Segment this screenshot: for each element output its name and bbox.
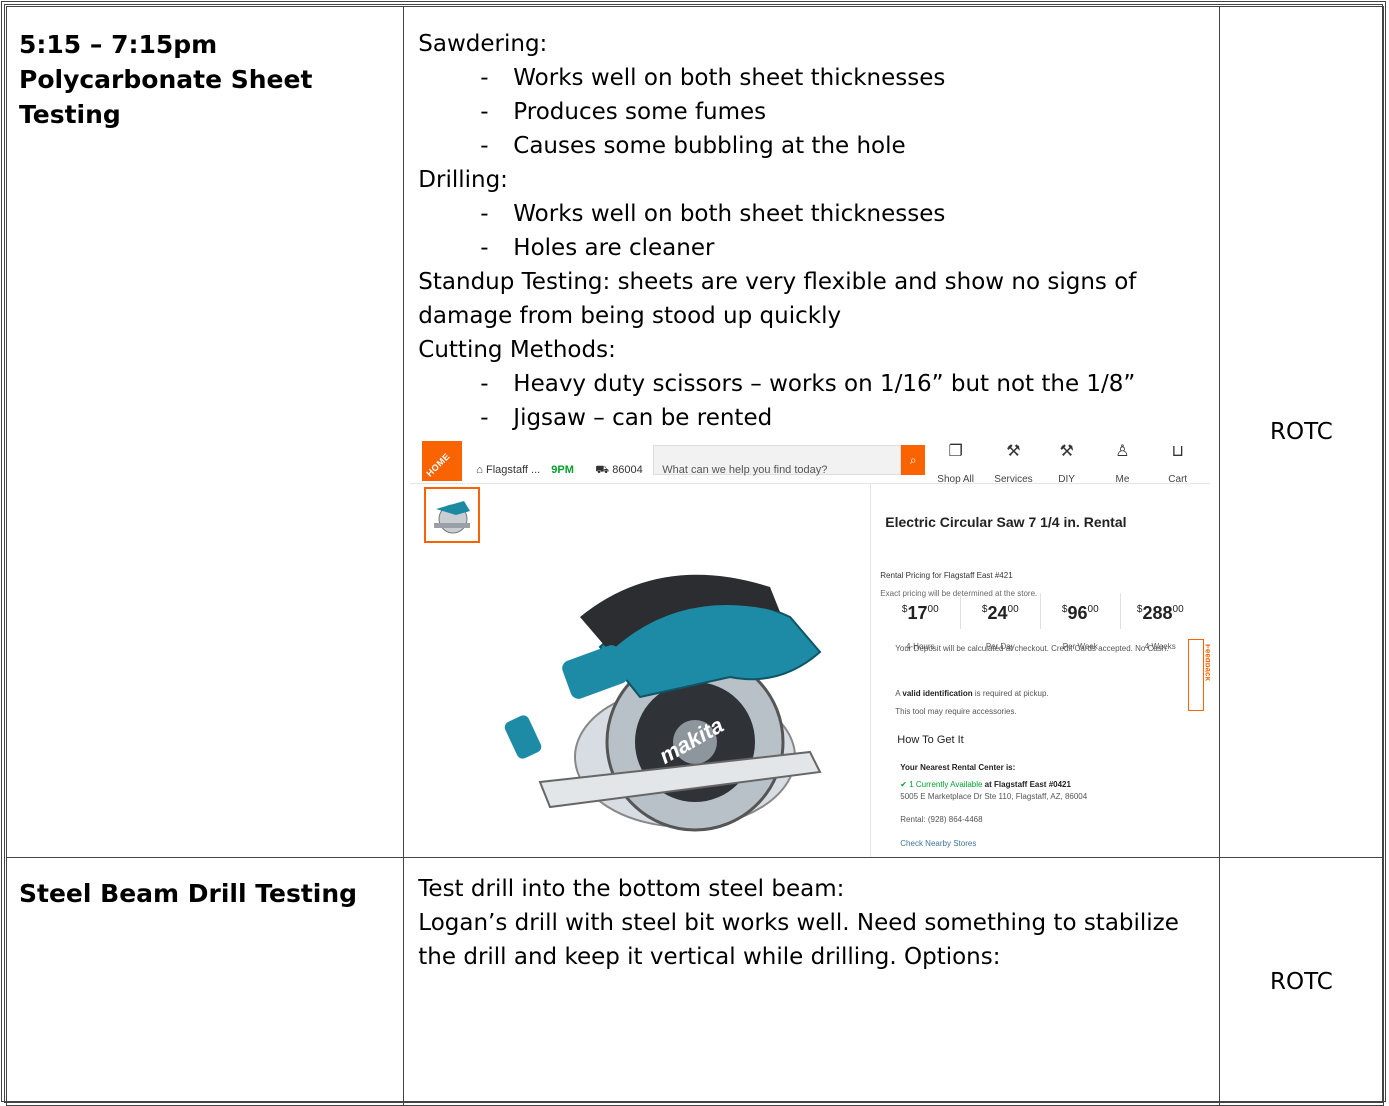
price-4-hours: $1700 4-Hours (880, 593, 962, 651)
organization-cell: ROTC (1218, 857, 1385, 1106)
user-icon: ♙ (1115, 443, 1130, 460)
zip-code: 86004 (612, 464, 643, 476)
activity-title-cell: Steel Beam Drill Testing (5, 857, 405, 1106)
list-item: Produces some fumes (418, 95, 1205, 129)
book-icon: ❐ (948, 443, 963, 460)
nav-cart[interactable]: ⊔ Cart (1168, 441, 1187, 497)
notes-body: Test drill into the bottom steel beam: L… (404, 858, 1219, 974)
notes-body: Sawdering: Works well on both sheet thic… (404, 7, 1219, 857)
price-dollars: 17 (907, 603, 928, 623)
nav-label: DIY (1058, 474, 1075, 485)
notes-cell: Test drill into the bottom steel beam: L… (403, 857, 1220, 1106)
price-cents: 00 (1172, 604, 1184, 615)
notes-cell: Sawdering: Works well on both sheet thic… (403, 6, 1220, 858)
price-cents: 00 (1007, 604, 1019, 615)
store-label: Flagstaff ... (486, 464, 541, 476)
list-item: Jigsaw – can be rented (418, 401, 1205, 435)
deposit-note: Your Deposit will be calculated at check… (895, 644, 1169, 653)
price-cents: 00 (927, 604, 939, 615)
truck-icon: ⛟ (595, 464, 610, 476)
standup-text: Standup Testing: sheets are very flexibl… (418, 269, 1137, 295)
price-per-day: $2400 Per Day (960, 593, 1042, 651)
product-thumbnail[interactable] (424, 487, 481, 543)
list-item: Heavy duty scissors – works on 1/16” but… (418, 367, 1205, 401)
search-button[interactable]: ⌕ (901, 445, 926, 475)
section-heading: Cutting Methods: (418, 337, 616, 363)
store-hours: 9PM (551, 464, 574, 476)
nav-shop-all[interactable]: ❐ Shop All (937, 441, 974, 497)
list-item: Works well on both sheet thicknesses (418, 61, 1205, 95)
feedback-label: Feedback (1203, 644, 1211, 681)
price-dollars: 24 (987, 603, 1008, 623)
table-row: Steel Beam Drill Testing Test drill into… (5, 857, 1385, 1106)
price-4-weeks: $28800 4 Weeks (1120, 593, 1200, 651)
circular-saw-image: makita (505, 574, 822, 832)
organization-label: ROTC (1270, 419, 1333, 445)
check-nearby-stores-link[interactable]: Check Nearby Stores (900, 827, 976, 857)
delivery-zip[interactable]: ⛟ 86004 (595, 453, 643, 487)
list-item: Holes are cleaner (418, 231, 1205, 265)
activity-log-table: 5:15 – 7:15pm Polycarbonate Sheet Testin… (5, 6, 1385, 1106)
notes-line: Test drill into the bottom steel beam: (418, 876, 845, 902)
price-per-week: $9600 Per Week (1040, 593, 1122, 651)
activity-title: Steel Beam Drill Testing (7, 858, 403, 911)
nav-label: Cart (1168, 474, 1188, 485)
organization-cell: ROTC (1218, 6, 1385, 858)
cart-icon: ⊔ (1171, 443, 1184, 460)
panel-divider (870, 483, 872, 857)
search-input[interactable]: What can we help you find today? (653, 445, 902, 476)
home-icon: ⌂ (476, 464, 483, 476)
rental-page-screenshot: THE HOME DEPOT ⌂ Flagstaff ... 9PM ⛟ 860… (410, 437, 1211, 857)
standup-text: damage from being stood up quickly (418, 303, 842, 329)
nav-diy[interactable]: ⚒ DIY (1058, 441, 1075, 497)
notes-line: the drill and keep it vertical while dri… (418, 944, 1001, 970)
site-header: THE HOME DEPOT ⌂ Flagstaff ... 9PM ⛟ 860… (410, 437, 1211, 503)
saw-thumbnail-image (434, 501, 471, 534)
price-cents: 00 (1087, 604, 1099, 615)
time-range: 5:15 – 7:15pm (19, 30, 218, 59)
search-icon: ⌕ (909, 453, 917, 467)
list-item: Causes some bubbling at the hole (418, 129, 1205, 163)
hammer-icon: ⚒ (1059, 443, 1074, 460)
price-dollars: 288 (1142, 603, 1173, 623)
feedback-tab[interactable]: Feedback (1188, 639, 1210, 711)
nav-services[interactable]: ⚒ Services (994, 441, 1032, 497)
activity-title: 5:15 – 7:15pm Polycarbonate Sheet Testin… (7, 7, 403, 132)
nav-me[interactable]: ♙ Me (1115, 441, 1129, 497)
organization-label: ROTC (1270, 968, 1333, 995)
nav-label: Services (994, 474, 1033, 485)
activity-title-line: Steel Beam Drill Testing (19, 879, 358, 908)
store-selector[interactable]: ⌂ Flagstaff ... 9PM (476, 453, 574, 487)
nav-label: Me (1115, 474, 1130, 485)
section-heading: Sawdering: (418, 31, 548, 57)
activity-title-line: Polycarbonate Sheet (19, 65, 313, 94)
home-depot-logo: THE HOME DEPOT (410, 437, 479, 503)
activity-title-cell: 5:15 – 7:15pm Polycarbonate Sheet Testin… (5, 6, 405, 858)
list-item: Works well on both sheet thicknesses (418, 197, 1205, 231)
nav-label: Shop All (937, 474, 974, 485)
notes-line: Logan’s drill with steel bit works well.… (418, 910, 1179, 936)
table-row: 5:15 – 7:15pm Polycarbonate Sheet Testin… (5, 6, 1385, 858)
tool-icon: ⚒ (1006, 443, 1021, 460)
activity-title-line: Testing (19, 100, 121, 129)
section-heading: Drilling: (418, 167, 508, 193)
product-title: Electric Circular Saw 7 1/4 in. Rental (885, 514, 1127, 530)
price-dollars: 96 (1067, 603, 1088, 623)
